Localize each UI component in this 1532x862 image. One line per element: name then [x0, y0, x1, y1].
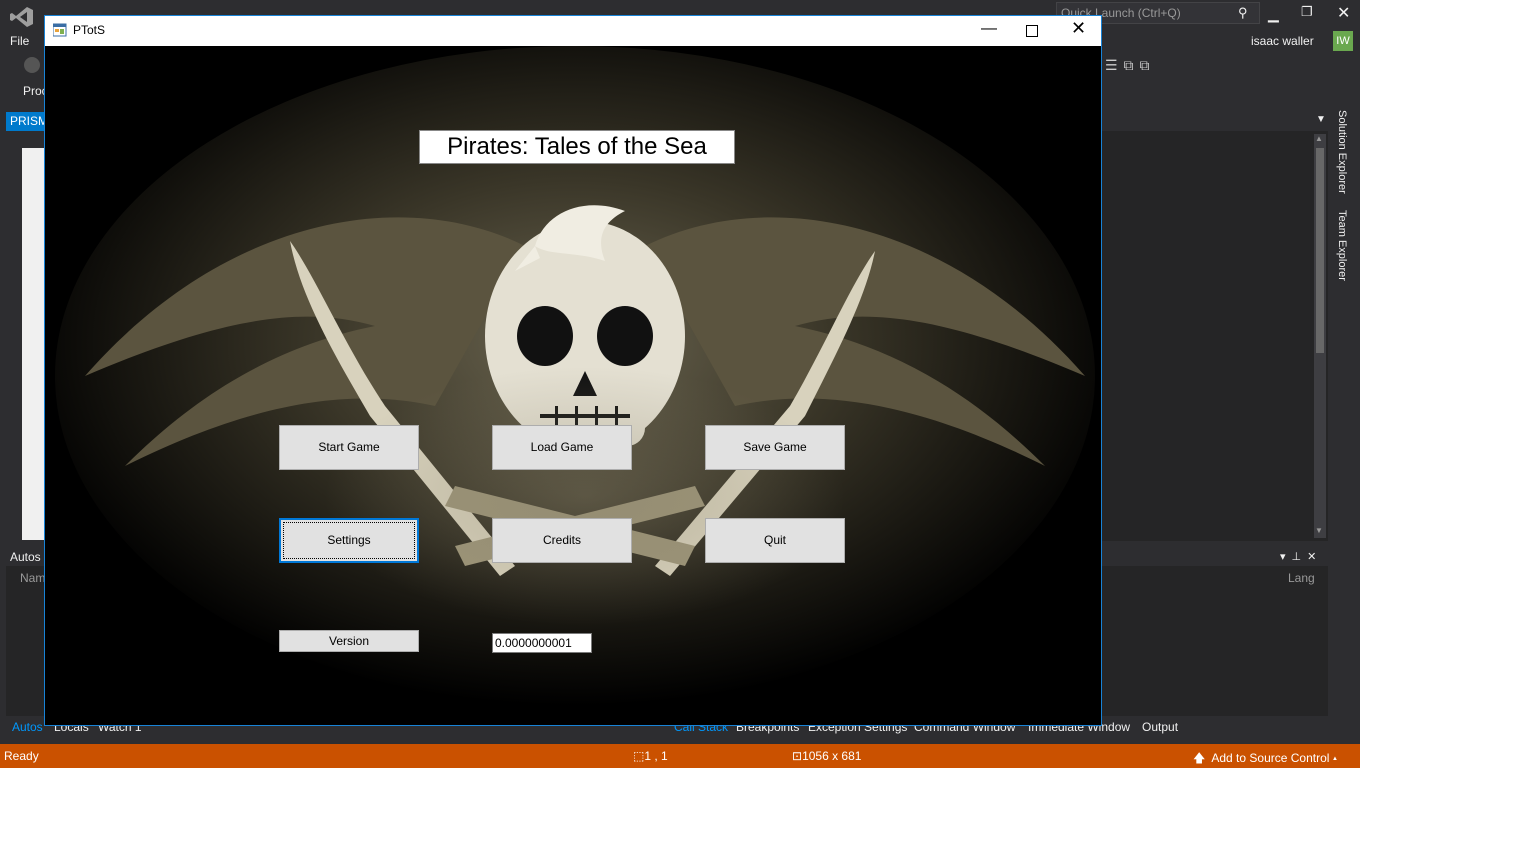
tab-solution-explorer[interactable]: Solution Explorer	[1336, 110, 1348, 194]
status-position: ⬚1 , 1	[633, 749, 668, 763]
window-title: PTotS	[73, 23, 106, 37]
chevron-down-icon[interactable]: ▼	[1316, 114, 1326, 125]
minimize-button[interactable]: —	[981, 20, 997, 38]
version-textbox[interactable]: 0.0000000001	[492, 633, 592, 653]
tab-team-explorer[interactable]: Team Explorer	[1336, 210, 1348, 281]
size-icon: ⊡	[792, 749, 803, 763]
toolbar-layout-icons[interactable]: ☰⧉⧉	[1105, 57, 1156, 74]
status-size: ⊡1056 x 681	[792, 749, 861, 763]
status-bar: Ready ⬚1 , 1 ⊡1056 x 681 🡅 Add to Source…	[0, 744, 1360, 768]
vs-minimize-button[interactable]: ▁	[1268, 6, 1279, 23]
status-position-text: 1 , 1	[644, 749, 668, 763]
avatar[interactable]: IW	[1333, 31, 1353, 51]
game-title-label: Pirates: Tales of the Sea	[419, 130, 735, 164]
vs-restore-button[interactable]: ❐	[1301, 4, 1313, 20]
form-designer-surface	[22, 148, 44, 540]
vs-close-button[interactable]: ✕	[1337, 3, 1350, 23]
tab-output[interactable]: Output	[1142, 720, 1178, 734]
settings-button[interactable]: Settings	[279, 518, 419, 563]
pane-controls-icons[interactable]: ▾⊥✕	[1280, 550, 1322, 563]
language-column-header: Lang	[1288, 571, 1315, 585]
search-icon[interactable]: ⚲	[1238, 5, 1252, 20]
app-form-icon	[53, 23, 67, 37]
status-ready-text: Ready	[4, 749, 39, 763]
version-button[interactable]: Version	[279, 630, 419, 652]
close-button[interactable]: ✕	[1071, 18, 1086, 39]
credits-button[interactable]: Credits	[492, 518, 632, 563]
scroll-up-icon[interactable]: ▲	[1315, 134, 1323, 143]
quit-button[interactable]: Quit	[705, 518, 845, 563]
back-icon[interactable]	[24, 57, 40, 73]
menu-file[interactable]: File	[10, 34, 29, 48]
window-titlebar[interactable]: PTotS — ✕	[45, 16, 1101, 46]
call-stack-panel	[1102, 566, 1328, 716]
arrow-up-icon: 🡅	[1193, 751, 1206, 765]
autos-panel	[6, 566, 46, 716]
add-to-source-control-button[interactable]: 🡅 Add to Source Control ▴	[1193, 749, 1337, 768]
scrollbar-thumb[interactable]	[1316, 148, 1324, 353]
autos-name-column-header: Nam	[20, 571, 46, 585]
load-game-button[interactable]: Load Game	[492, 425, 632, 470]
autos-panel-title: Autos	[10, 550, 41, 564]
solution-explorer-panel	[1102, 131, 1328, 541]
tab-autos[interactable]: Autos	[12, 720, 43, 734]
position-icon: ⬚	[633, 749, 645, 763]
side-tool-tabs: Solution Explorer Team Explorer	[1334, 110, 1352, 290]
start-game-button[interactable]: Start Game	[279, 425, 419, 470]
ptots-window: PTotS — ✕ Pirates: Tales of the Sea Star…	[44, 15, 1102, 726]
user-account-name[interactable]: isaac waller	[1251, 34, 1314, 48]
source-control-label: Add to Source Control	[1211, 751, 1330, 765]
document-tab-prism[interactable]: PRISM	[6, 112, 48, 131]
scroll-down-icon[interactable]: ▼	[1315, 526, 1323, 535]
save-game-button[interactable]: Save Game	[705, 425, 845, 470]
maximize-button[interactable]	[1026, 25, 1038, 37]
visual-studio-logo-icon	[10, 7, 33, 27]
status-size-text: 1056 x 681	[802, 749, 862, 763]
game-menu-canvas: Pirates: Tales of the Sea Start Game Loa…	[45, 46, 1101, 725]
chevron-up-icon: ▴	[1332, 751, 1338, 765]
